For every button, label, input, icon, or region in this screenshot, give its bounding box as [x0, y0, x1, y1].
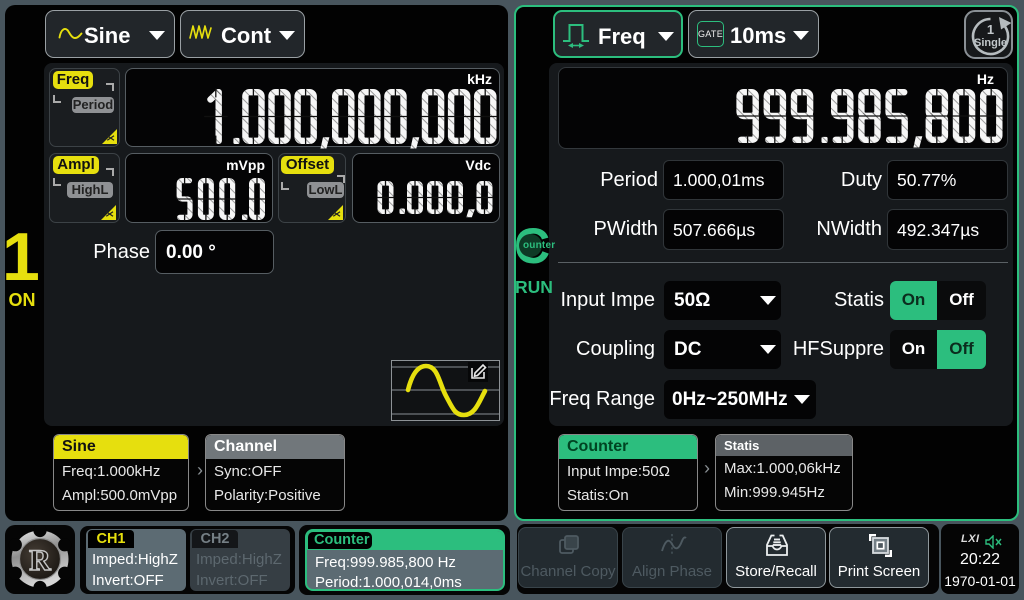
svg-text:1: 1	[987, 22, 994, 37]
svg-text:Single: Single	[974, 37, 1007, 49]
svg-text:R: R	[29, 544, 51, 577]
